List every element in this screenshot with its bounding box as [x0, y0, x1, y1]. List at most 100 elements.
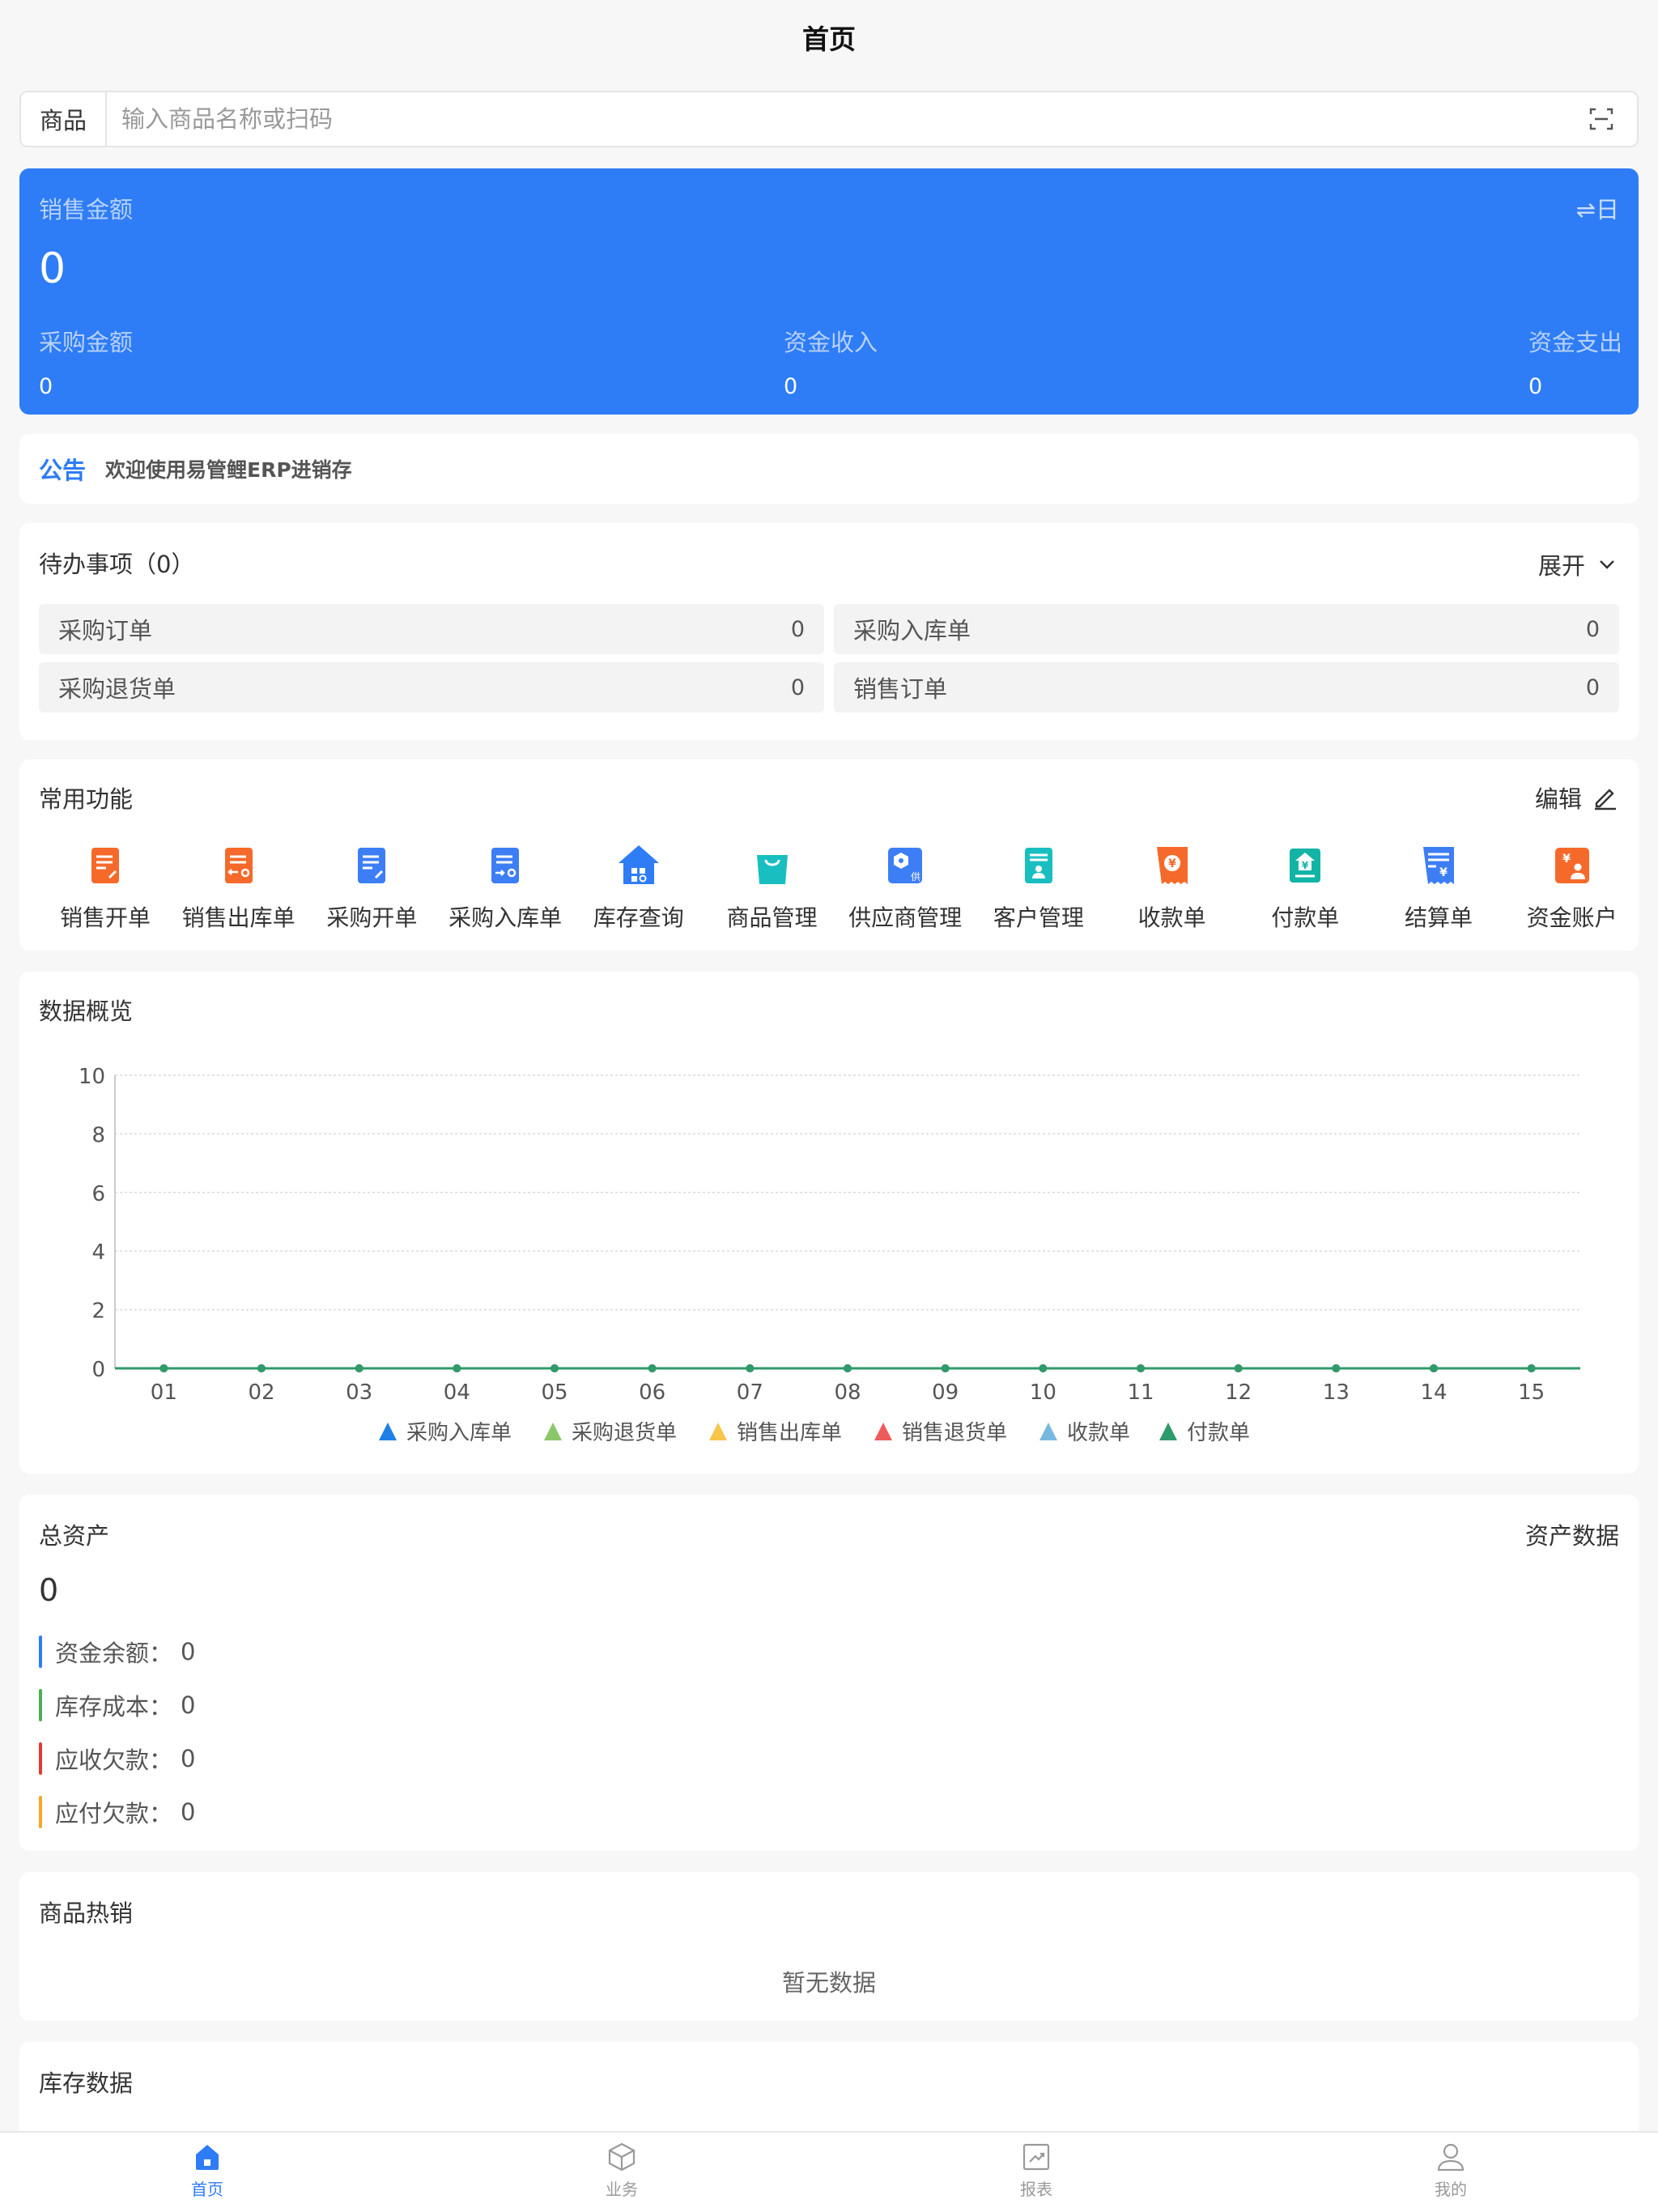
- asset-data-link[interactable]: 资产数据: [1525, 1517, 1619, 1551]
- data-point: [1527, 1364, 1536, 1372]
- function-label: 付款单: [1271, 904, 1340, 931]
- sales-summary-card: 销售金额 ⇌日 0 采购金额 0 资金收入 0 资金支出 0: [19, 168, 1639, 415]
- data-point: [1137, 1364, 1145, 1372]
- function-inventory-query[interactable]: 库存查询: [572, 840, 705, 933]
- x-tick-label: 03: [346, 1380, 372, 1405]
- data-point: [551, 1364, 559, 1372]
- legend-marker: [379, 1423, 397, 1440]
- todo-item-purchase-inbound[interactable]: 采购入库单 0: [834, 604, 1619, 654]
- function-label: 结算单: [1404, 904, 1473, 931]
- receipt-icon: ¥: [1156, 847, 1188, 884]
- svg-text:¥: ¥: [1302, 860, 1309, 871]
- todo-item-purchase-order[interactable]: 采购订单 0: [39, 604, 824, 654]
- stock-data-title: 库存数据: [39, 2069, 134, 2097]
- announcement-bar[interactable]: 公告 欢迎使用易管鲤ERP进销存: [19, 434, 1639, 504]
- total-assets-card: 总资产 资产数据 0 资金余额： 0 库存成本： 0 应收欠款： 0 应付欠款： 0: [19, 1495, 1639, 1851]
- y-tick-label: 4: [91, 1240, 105, 1265]
- function-product-management[interactable]: 商品管理: [706, 840, 839, 933]
- announcement-label: 公告: [39, 457, 87, 484]
- todo-item-sales-order[interactable]: 销售订单 0: [834, 662, 1619, 713]
- todo-item-purchase-return[interactable]: 采购退货单 0: [39, 662, 824, 713]
- purchase-inbound-icon: [491, 848, 520, 883]
- x-tick-label: 06: [639, 1380, 665, 1405]
- purchase-amount: 采购金额 0: [39, 329, 134, 399]
- sales-order-icon: [91, 848, 119, 883]
- function-sales-order[interactable]: 销售开单: [39, 840, 172, 933]
- function-purchase-order[interactable]: 采购开单: [305, 840, 438, 933]
- x-tick-label: 04: [444, 1380, 470, 1405]
- function-label: 销售开单: [59, 904, 151, 931]
- period-toggle-button[interactable]: ⇌日: [1576, 191, 1619, 225]
- common-functions-title: 常用功能: [39, 785, 134, 813]
- function-label: 收款单: [1137, 904, 1206, 931]
- asset-row: 库存成本： 0: [39, 1689, 195, 1721]
- function-label: 采购开单: [326, 904, 418, 931]
- chevron-down-icon: [1600, 560, 1614, 569]
- x-tick-label: 05: [541, 1380, 568, 1405]
- x-tick-label: 11: [1127, 1380, 1154, 1405]
- edit-functions-button[interactable]: 编辑: [1535, 781, 1619, 815]
- function-payment[interactable]: ¥ 付款单: [1239, 840, 1371, 933]
- function-settlement[interactable]: ¥ 结算单: [1372, 840, 1505, 933]
- function-label: 商品管理: [726, 904, 818, 931]
- data-point: [941, 1364, 950, 1372]
- x-tick-label: 15: [1518, 1380, 1545, 1405]
- total-assets-title: 总资产: [39, 1522, 110, 1550]
- profile-icon: [1437, 2143, 1465, 2172]
- announcement-text: 欢迎使用易管鲤ERP进销存: [105, 458, 352, 482]
- data-overview-chart: 024681001 02 03 04 05 06 07 08 09 10 11 12 13 14 15采购入…: [79, 1065, 1580, 1445]
- function-customer-management[interactable]: 客户管理: [972, 840, 1105, 933]
- data-point: [257, 1364, 266, 1372]
- legend-label: 收款单: [1067, 1421, 1130, 1445]
- svg-text:¥: ¥: [1168, 857, 1176, 870]
- product-search-input[interactable]: [107, 92, 1577, 146]
- todo-title: 待办事项（0）: [39, 551, 195, 578]
- function-label: 供应商管理: [848, 904, 963, 931]
- x-tick-label: 02: [248, 1380, 274, 1405]
- data-overview-card: 数据概览 0 2 4 6 8 10 01 02 03 04 05 06 07 08 09 10 11 12 13 14…: [19, 972, 1639, 1474]
- data-point: [159, 1364, 168, 1372]
- asset-row-label: 库存成本：: [55, 1693, 173, 1721]
- fund-expense: 资金支出 0: [1528, 329, 1623, 399]
- function-fund-account[interactable]: ¥ 资金账户: [1506, 840, 1639, 933]
- function-receipt[interactable]: ¥ 收款单: [1106, 840, 1239, 933]
- asset-color-bar: [39, 1796, 42, 1828]
- asset-row-value: 0: [181, 1745, 196, 1772]
- x-tick-label: 12: [1225, 1380, 1252, 1405]
- legend-label: 采购退货单: [572, 1421, 677, 1445]
- function-supplier-management[interactable]: 供供应商管理: [839, 840, 971, 933]
- svg-text:¥: ¥: [1562, 853, 1571, 866]
- tab-business[interactable]: 业务: [414, 2133, 829, 2212]
- legend-marker: [1039, 1423, 1057, 1440]
- x-tick-label: 09: [932, 1380, 959, 1405]
- x-tick-label: 14: [1420, 1380, 1447, 1405]
- asset-row: 应收欠款： 0: [39, 1742, 195, 1775]
- data-point: [844, 1364, 852, 1372]
- payment-icon: ¥: [1290, 849, 1321, 883]
- supplier-management-icon: 供: [888, 848, 923, 883]
- sales-outbound-icon: [224, 848, 253, 883]
- tab-home[interactable]: 首页: [0, 2133, 414, 2212]
- asset-row-label: 应付欠款：: [55, 1800, 173, 1827]
- function-label: 采购入库单: [449, 904, 563, 931]
- function-sales-outbound[interactable]: 销售出库单: [172, 840, 305, 933]
- asset-color-bar: [39, 1636, 42, 1668]
- function-purchase-inbound[interactable]: 采购入库单: [439, 840, 572, 933]
- expand-button[interactable]: 展开: [1538, 547, 1619, 581]
- data-point: [453, 1364, 461, 1372]
- tab-report[interactable]: 报表: [829, 2133, 1244, 2212]
- tab-profile[interactable]: 我的: [1244, 2133, 1658, 2212]
- search-label: 商品: [21, 92, 107, 146]
- y-tick-label: 6: [91, 1182, 105, 1206]
- total-assets-value: 0: [39, 1572, 59, 1608]
- hot-products-title: 商品热销: [39, 1899, 134, 1927]
- x-tick-label: 13: [1323, 1380, 1350, 1405]
- y-tick-label: 8: [91, 1123, 105, 1147]
- legend-marker: [874, 1423, 892, 1440]
- legend-label: 销售出库单: [737, 1421, 842, 1445]
- asset-row-value: 0: [181, 1638, 196, 1665]
- scan-icon[interactable]: [1577, 92, 1626, 146]
- asset-row-label: 应收欠款：: [55, 1746, 173, 1774]
- y-tick-label: 2: [91, 1300, 105, 1324]
- product-management-icon: [756, 855, 788, 884]
